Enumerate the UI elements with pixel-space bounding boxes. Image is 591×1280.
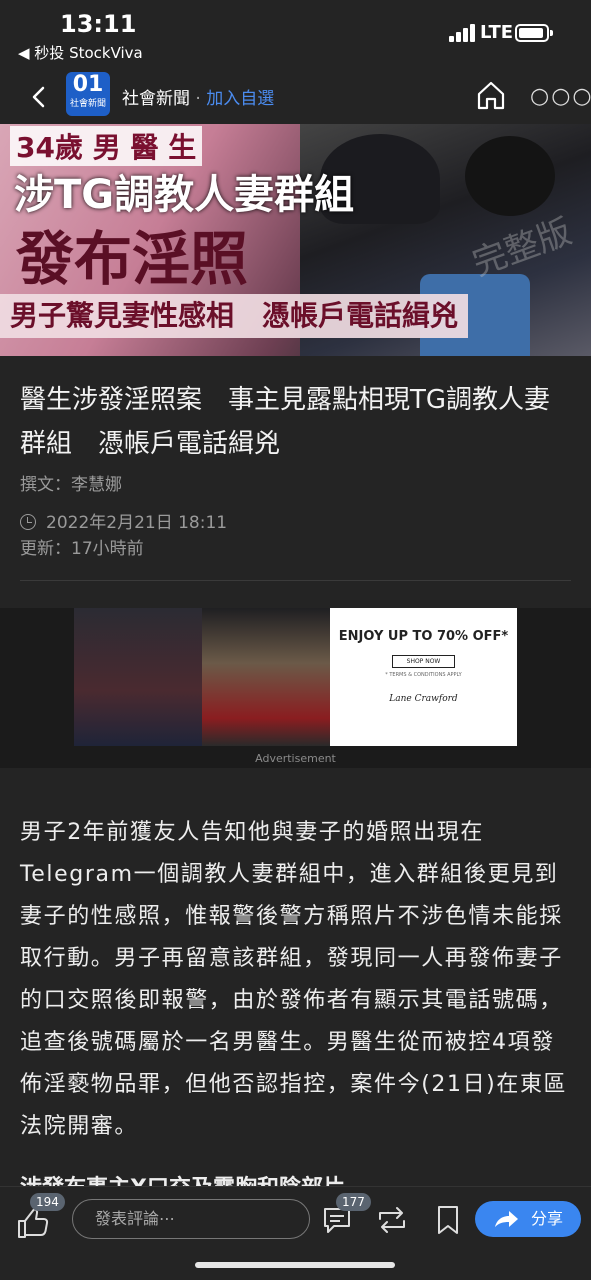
divider xyxy=(20,580,571,581)
like-icon[interactable] xyxy=(16,1207,50,1239)
ad-shop-now-button[interactable]: SHOP NOW xyxy=(391,655,456,668)
article-published: 2022年2月21日 18:11 xyxy=(20,508,227,533)
article-headline: 醫生涉發淫照案 事主見露點相現TG調教人妻群組 憑帳戶電話緝兇 xyxy=(20,385,551,459)
advertisement-banner[interactable]: ENJOY UP TO 70% OFF* SHOP NOW * TERMS & … xyxy=(74,608,517,746)
ad-copy: ENJOY UP TO 70% OFF* SHOP NOW * TERMS & … xyxy=(330,608,517,746)
ad-label: Advertisement xyxy=(255,752,336,765)
channel-name[interactable]: 社會新聞 xyxy=(122,89,190,109)
signal-icon xyxy=(449,24,477,42)
repost-icon[interactable] xyxy=(376,1205,408,1235)
photo-figure xyxy=(465,136,555,216)
comment-input[interactable]: 發表評論⋯ xyxy=(72,1199,310,1239)
share-label: 分享 xyxy=(531,1209,564,1228)
hero-sub-banner: 男子驚見妻性感相 憑帳戶電話緝兇 xyxy=(0,294,469,338)
comment-count-badge: 177 xyxy=(336,1193,371,1211)
clock-icon xyxy=(20,514,36,530)
hero-caption-line3: 發布淫照 xyxy=(16,225,249,293)
article-updated: 更新：17小時前 xyxy=(20,539,144,559)
logo-caption: 社會新聞 xyxy=(69,99,106,109)
hero-image: 34歲 男 醫 生 涉TG調教人妻群組 發布淫照 完整版 男子驚見妻性感相 憑帳… xyxy=(0,124,591,356)
article-body: 男子2年前獲友人告知他與妻子的婚照出現在Telegram一個調教人妻群組中，進入… xyxy=(20,820,568,1139)
home-indicator[interactable] xyxy=(195,1262,395,1268)
status-bar: 13:11 ◀ 秒投 StockViva LTE xyxy=(0,0,591,70)
hero-caption-line1: 34歲 男 醫 生 xyxy=(10,126,203,166)
back-arrow-icon[interactable] xyxy=(24,82,54,112)
like-count-badge: 194 xyxy=(30,1193,65,1211)
status-time: 13:11 xyxy=(60,10,137,38)
share-arrow-icon xyxy=(495,1211,518,1227)
bookmark-icon[interactable] xyxy=(436,1205,460,1235)
ad-photo xyxy=(74,608,202,746)
ad-headline: ENJOY UP TO 70% OFF* xyxy=(338,629,509,644)
follow-button[interactable]: 加入自選 xyxy=(206,89,274,109)
back-to-app-link[interactable]: ◀ 秒投 StockViva xyxy=(18,42,143,63)
published-time: 2022年2月21日 18:11 xyxy=(46,513,228,533)
advertisement-block: ENJOY UP TO 70% OFF* SHOP NOW * TERMS & … xyxy=(0,608,591,768)
logo-mark: 01 xyxy=(72,72,104,97)
nav-bar: 01 社會新聞 社會新聞 · 加入自選 ○○○ xyxy=(0,70,591,124)
channel-info: 社會新聞 · 加入自選 xyxy=(122,84,274,109)
network-label: LTE xyxy=(480,22,514,43)
channel-separator: · xyxy=(195,89,201,109)
channel-logo[interactable]: 01 社會新聞 xyxy=(66,72,110,116)
ad-photo xyxy=(202,608,330,746)
home-icon[interactable] xyxy=(474,78,508,112)
ad-terms: * TERMS & CONDITIONS APPLY xyxy=(385,672,462,678)
battery-icon xyxy=(515,24,553,42)
article-author: 撰文：李慧娜 xyxy=(20,475,122,495)
share-button[interactable]: 分享 xyxy=(475,1201,581,1237)
more-options-icon[interactable]: ○○○ xyxy=(530,84,591,109)
ad-brand-logo: Lane Crawford xyxy=(389,694,458,704)
